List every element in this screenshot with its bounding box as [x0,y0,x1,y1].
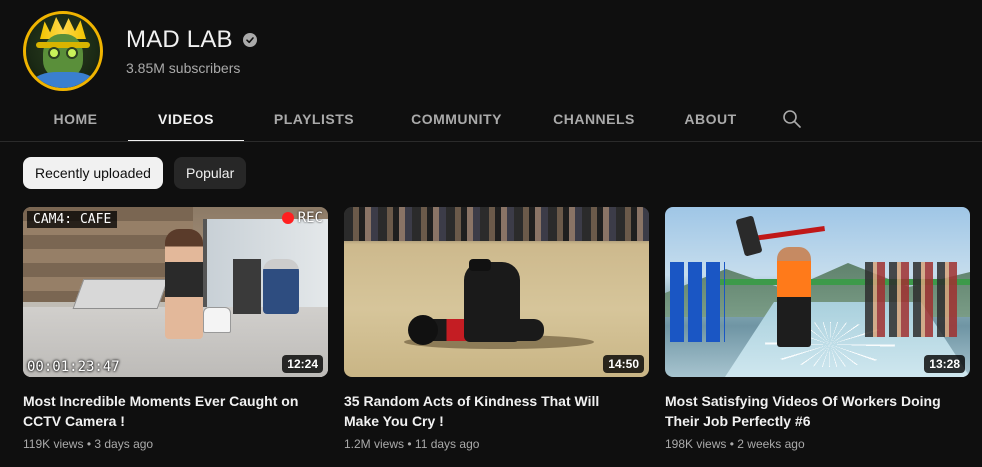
video-grid: CAM4: CAFE REC 00:01:23:47 12:24 Most In… [23,207,970,451]
upload-age: 11 days ago [414,437,480,451]
channel-avatar[interactable] [23,11,103,91]
video-card[interactable]: 13:28 Most Satisfying Videos Of Workers … [665,207,970,451]
video-title[interactable]: Most Incredible Moments Ever Caught on C… [23,391,313,431]
video-thumbnail[interactable]: 14:50 [344,207,649,377]
tab-playlists[interactable]: PLAYLISTS [244,96,384,142]
meta-separator: • [729,437,734,451]
sort-chips: Recently uploaded Popular [23,157,247,189]
video-duration: 12:24 [282,355,323,373]
tab-home[interactable]: HOME [23,96,128,142]
channel-tabs: HOME VIDEOS PLAYLISTS COMMUNITY CHANNELS… [23,96,822,142]
view-count: 119K views [23,437,84,451]
meta-separator: • [86,437,92,451]
tabs-divider [0,141,982,142]
upload-age: 3 days ago [94,437,154,451]
subscriber-count: 3.85M subscribers [126,60,241,76]
tab-community[interactable]: COMMUNITY [384,96,529,142]
chip-recently-uploaded[interactable]: Recently uploaded [23,157,163,189]
view-count: 1.2M views [344,437,405,451]
video-duration: 14:50 [603,355,644,373]
chip-popular[interactable]: Popular [173,157,247,189]
video-thumbnail[interactable]: 13:28 [665,207,970,377]
view-count: 198K views [665,437,727,451]
channel-info: MAD LAB 3.85M subscribers [126,26,257,76]
video-meta: 119K views • 3 days ago [23,437,328,451]
channel-header: MAD LAB 3.85M subscribers [23,11,257,91]
rec-indicator: REC [281,210,323,226]
video-title[interactable]: 35 Random Acts of Kindness That Will Mak… [344,391,634,431]
cctv-camera-label: CAM4: CAFE [27,211,118,228]
channel-title: MAD LAB [126,26,233,53]
tab-channels[interactable]: CHANNELS [529,96,659,142]
rec-dot-icon [281,212,294,224]
video-title[interactable]: Most Satisfying Videos Of Workers Doing … [665,391,955,431]
verified-check-icon [242,33,257,47]
meta-separator: • [407,437,412,451]
tab-about[interactable]: ABOUT [659,96,762,142]
search-icon [783,110,801,128]
video-duration: 13:28 [924,355,965,373]
upload-age: 2 weeks ago [737,437,805,451]
video-meta: 1.2M views • 11 days ago [344,437,649,451]
video-card[interactable]: CAM4: CAFE REC 00:01:23:47 12:24 Most In… [23,207,328,451]
video-thumbnail[interactable]: CAM4: CAFE REC 00:01:23:47 12:24 [23,207,328,377]
video-meta: 198K views • 2 weeks ago [665,437,970,451]
video-card[interactable]: 14:50 35 Random Acts of Kindness That Wi… [344,207,649,451]
tab-videos[interactable]: VIDEOS [128,96,244,142]
channel-search-button[interactable] [762,96,822,142]
cctv-timestamp: 00:01:23:47 [27,359,120,375]
